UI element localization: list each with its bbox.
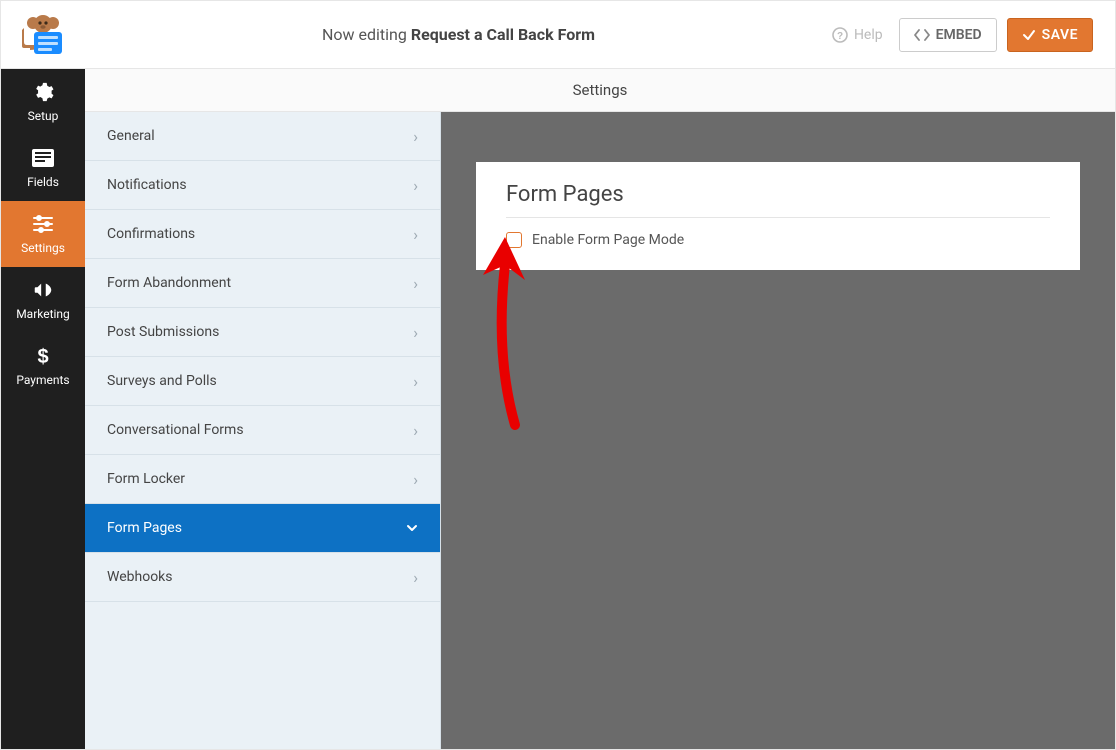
settings-nav-form-locker[interactable]: Form Locker › [85, 455, 440, 504]
editing-title: Now editing Request a Call Back Form [85, 25, 832, 44]
nav-setup[interactable]: Setup [1, 69, 85, 135]
snav-label: General [107, 128, 155, 144]
megaphone-icon [32, 279, 54, 301]
nav-marketing[interactable]: Marketing [1, 267, 85, 333]
chevron-right-icon: › [413, 323, 418, 342]
brand-logo [1, 1, 85, 69]
snav-label: Surveys and Polls [107, 373, 217, 389]
enable-checkbox[interactable] [506, 232, 522, 248]
snav-label: Form Abandonment [107, 275, 231, 291]
nav-payments-label: Payments [16, 373, 69, 387]
settings-nav-conversational-forms[interactable]: Conversational Forms › [85, 406, 440, 455]
settings-nav-surveys-polls[interactable]: Surveys and Polls › [85, 357, 440, 406]
panel-title: Settings [573, 81, 628, 99]
snav-label: Notifications [107, 177, 187, 193]
snav-label: Form Locker [107, 471, 185, 487]
settings-nav-notifications[interactable]: Notifications › [85, 161, 440, 210]
svg-text:?: ? [837, 31, 843, 42]
nav-fields-label: Fields [27, 175, 59, 189]
card-title: Form Pages [506, 182, 1050, 207]
nav-rail: Setup Fields Settings Marketing [1, 69, 85, 749]
settings-nav-general[interactable]: General › [85, 112, 440, 161]
nav-fields[interactable]: Fields [1, 135, 85, 201]
chevron-right-icon: › [413, 470, 418, 489]
form-icon [32, 147, 54, 169]
chevron-right-icon: › [413, 225, 418, 244]
save-button[interactable]: SAVE [1007, 18, 1093, 52]
snav-label: Webhooks [107, 569, 173, 585]
gear-icon [32, 81, 54, 103]
settings-nav-form-pages[interactable]: Form Pages [85, 504, 440, 553]
embed-label: EMBED [936, 27, 982, 43]
chevron-right-icon: › [413, 127, 418, 146]
svg-text:$: $ [37, 346, 48, 367]
embed-button[interactable]: EMBED [899, 18, 997, 52]
chevron-right-icon: › [413, 372, 418, 391]
check-icon [1022, 28, 1036, 42]
settings-nav-confirmations[interactable]: Confirmations › [85, 210, 440, 259]
enable-row: Enable Form Page Mode [506, 232, 1050, 248]
content: General › Notifications › Confirmations › F… [85, 112, 1115, 749]
help-label: Help [854, 27, 883, 43]
form-pages-card: Form Pages Enable Form Page Mode [476, 162, 1080, 270]
nav-settings-label: Settings [21, 241, 65, 255]
snav-label: Conversational Forms [107, 422, 244, 438]
enable-label[interactable]: Enable Form Page Mode [532, 232, 684, 248]
chevron-right-icon: › [413, 421, 418, 440]
nav-payments[interactable]: $ Payments [1, 333, 85, 399]
sliders-icon [32, 213, 54, 235]
chevron-right-icon: › [413, 274, 418, 293]
dollar-icon: $ [32, 345, 54, 367]
chevron-down-icon [406, 519, 418, 538]
nav-marketing-label: Marketing [16, 307, 70, 321]
top-bar: Now editing Request a Call Back Form ? H… [1, 1, 1115, 69]
settings-nav: General › Notifications › Confirmations › F… [85, 112, 441, 749]
canvas: Form Pages Enable Form Page Mode [441, 112, 1115, 749]
snav-label: Post Submissions [107, 324, 219, 340]
wpforms-logo-icon [20, 12, 66, 58]
app-frame: Now editing Request a Call Back Form ? H… [0, 0, 1116, 750]
snav-label: Form Pages [107, 520, 182, 536]
editing-prefix: Now editing [322, 25, 411, 44]
settings-nav-form-abandonment[interactable]: Form Abandonment › [85, 259, 440, 308]
chevron-right-icon: › [413, 176, 418, 195]
help-icon: ? [832, 27, 848, 43]
top-actions: ? Help EMBED SAVE [832, 18, 1115, 52]
snav-label: Confirmations [107, 226, 195, 242]
panel-header: Settings [85, 69, 1115, 112]
main: Settings General › Notifications › Confirm… [85, 69, 1115, 749]
card-divider [506, 217, 1050, 218]
help-link[interactable]: ? Help [832, 27, 883, 43]
settings-nav-post-submissions[interactable]: Post Submissions › [85, 308, 440, 357]
code-icon [914, 28, 930, 42]
settings-nav-webhooks[interactable]: Webhooks › [85, 553, 440, 602]
form-name: Request a Call Back Form [411, 25, 595, 44]
chevron-right-icon: › [413, 568, 418, 587]
body: Setup Fields Settings Marketing [1, 69, 1115, 749]
save-label: SAVE [1042, 27, 1078, 43]
nav-setup-label: Setup [28, 109, 59, 123]
nav-settings[interactable]: Settings [1, 201, 85, 267]
